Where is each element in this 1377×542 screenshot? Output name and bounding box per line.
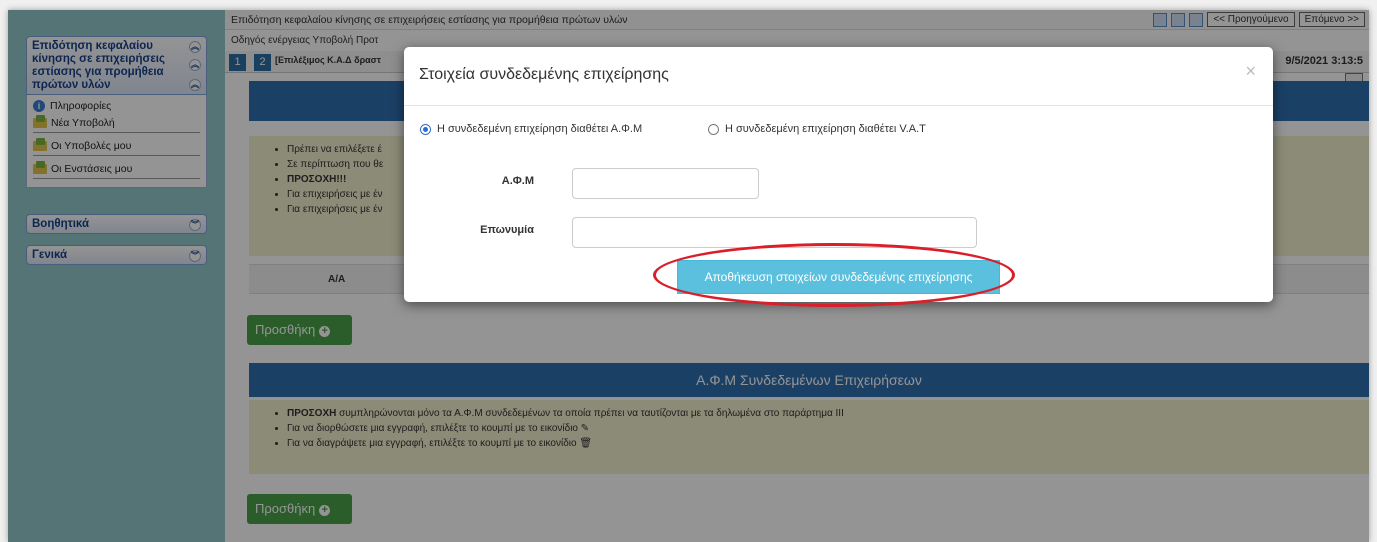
save-linked-business-button[interactable]: Αποθήκευση στοιχείων συνδεδεμένης επιχεί…	[677, 260, 1000, 294]
afm-input[interactable]	[572, 168, 759, 199]
name-input[interactable]	[572, 217, 977, 248]
close-icon[interactable]: ×	[1245, 61, 1256, 82]
app-window: Επιδότηση κεφαλαίου κίνησης σε επιχειρήσ…	[8, 10, 1369, 542]
modal-divider	[404, 105, 1273, 106]
linked-business-modal: Στοιχεία συνδεδεμένης επιχείρησης × Η συ…	[404, 47, 1273, 302]
name-label: Επωνυμία	[480, 224, 534, 236]
radio-button-checked[interactable]	[420, 123, 431, 135]
radio-label: Η συνδεδεμένη επιχείρηση διαθέτει Α.Φ.Μ	[437, 123, 643, 135]
radio-afm[interactable]: Η συνδεδεμένη επιχείρηση διαθέτει Α.Φ.Μ	[420, 123, 642, 135]
radio-vat[interactable]: Η συνδεδεμένη επιχείρηση διαθέτει V.A.T	[708, 123, 926, 135]
modal-title: Στοιχεία συνδεδεμένης επιχείρησης	[419, 66, 669, 83]
afm-label: Α.Φ.Μ	[501, 175, 534, 187]
radio-button-unchecked[interactable]	[708, 123, 719, 135]
radio-label: Η συνδεδεμένη επιχείρηση διαθέτει V.A.T	[725, 123, 926, 135]
